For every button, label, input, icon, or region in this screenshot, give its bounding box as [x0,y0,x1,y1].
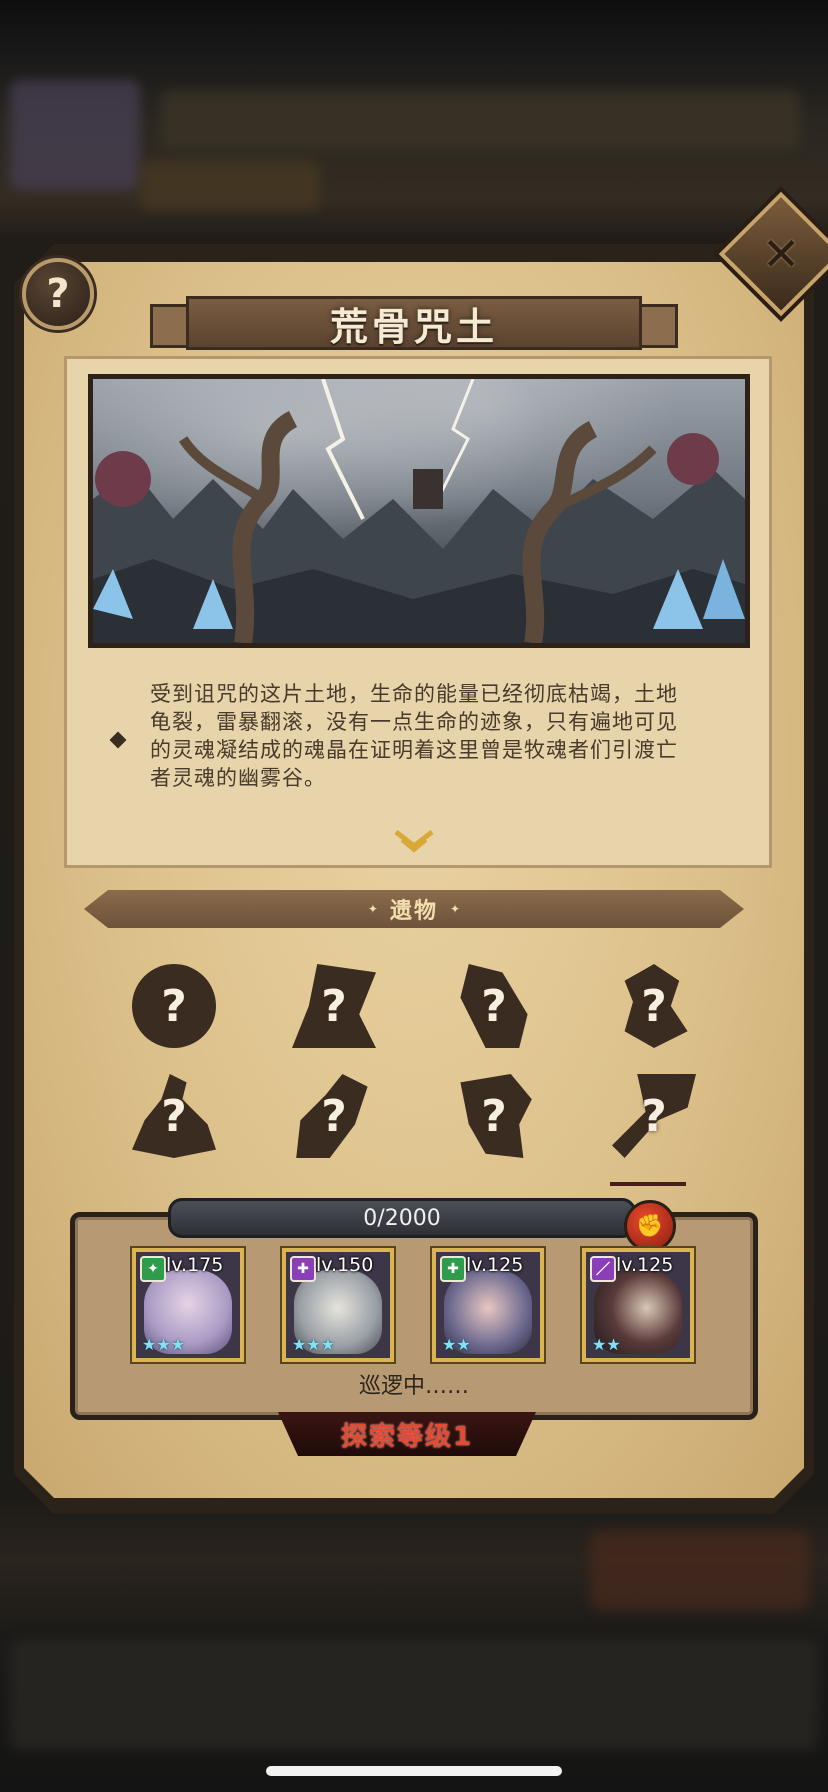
close-x-icon: ✕ [761,226,801,281]
hero-card[interactable]: ✚ lv.125 ★★ [432,1248,544,1362]
blurred-bottom-button [590,1530,810,1610]
relic-slot[interactable]: ? [126,1068,222,1164]
blurred-top-bar [140,160,320,210]
progress-text: 0/2000 [363,1205,441,1231]
question-icon: ? [46,271,70,317]
relics-section-title: 遗物 [389,899,438,924]
unknown-icon: ? [641,980,667,1032]
zone-illustration-art [93,379,745,643]
fist-icon[interactable]: ✊ [624,1200,676,1252]
hero-card[interactable]: ✚ lv.150 ★★★ [282,1248,394,1362]
unknown-icon: ? [481,980,507,1032]
relic-slot[interactable]: ? [606,1068,702,1164]
zone-description: 受到诅咒的这片土地，生命的能量已经彻底枯竭，土地龟裂，雷暴翻滚，没有一点生命的迹… [150,682,678,790]
unknown-icon: ? [481,1090,507,1142]
reward-progress-marker [610,1182,686,1186]
patrol-status: 巡逻中…… [358,1374,469,1399]
hero-level: lv.150 [316,1254,374,1276]
relic-slot[interactable]: ? [446,1068,542,1164]
hero-level: lv.125 [616,1254,674,1276]
unknown-icon: ? [161,1090,187,1142]
hero-level: lv.175 [166,1254,224,1276]
unknown-icon: ? [321,1090,347,1142]
hero-stars: ★★ [442,1335,471,1354]
zone-title: 荒骨咒土 [329,304,498,349]
hero-stars: ★★★ [142,1335,186,1354]
exploration-progress: 0/2000 [168,1198,636,1238]
home-indicator[interactable] [266,1766,562,1776]
class-badge-icon: ／ [590,1256,616,1282]
unknown-icon: ? [641,1090,667,1142]
exploration-level: 探索等级1 [340,1421,474,1452]
hero-card[interactable]: ／ lv.125 ★★ [582,1248,694,1362]
blurred-top-bar [10,80,140,190]
blurred-bottom-nav [10,1640,818,1750]
section-ornament: ✦ [450,902,461,916]
hero-stars: ★★ [592,1335,621,1354]
hero-level: lv.125 [466,1254,524,1276]
hero-card[interactable]: ✦ lv.175 ★★★ [132,1248,244,1362]
section-ornament: ✦ [367,902,378,916]
relic-slot[interactable]: ? [606,958,702,1054]
title-banner: 荒骨咒土 [150,290,678,356]
relics-section-banner: ✦ 遗物 ✦ [84,890,744,928]
class-badge-icon: ✚ [440,1256,466,1282]
relic-slot[interactable]: ? [286,1068,382,1164]
relic-slot[interactable]: ? [126,958,222,1054]
class-badge-icon: ✦ [140,1256,166,1282]
relic-slot[interactable]: ? [446,958,542,1054]
zone-illustration [88,374,750,648]
chevron-down-icon[interactable] [392,826,436,856]
help-button[interactable]: ? [22,258,94,330]
hero-stars: ★★★ [292,1335,336,1354]
relic-slot[interactable]: ? [286,958,382,1054]
blurred-top-bar [160,90,800,150]
class-badge-icon: ✚ [290,1256,316,1282]
unknown-icon: ? [321,980,347,1032]
exploration-level-banner: 探索等级1 [278,1412,536,1456]
unknown-icon: ? [161,980,187,1032]
